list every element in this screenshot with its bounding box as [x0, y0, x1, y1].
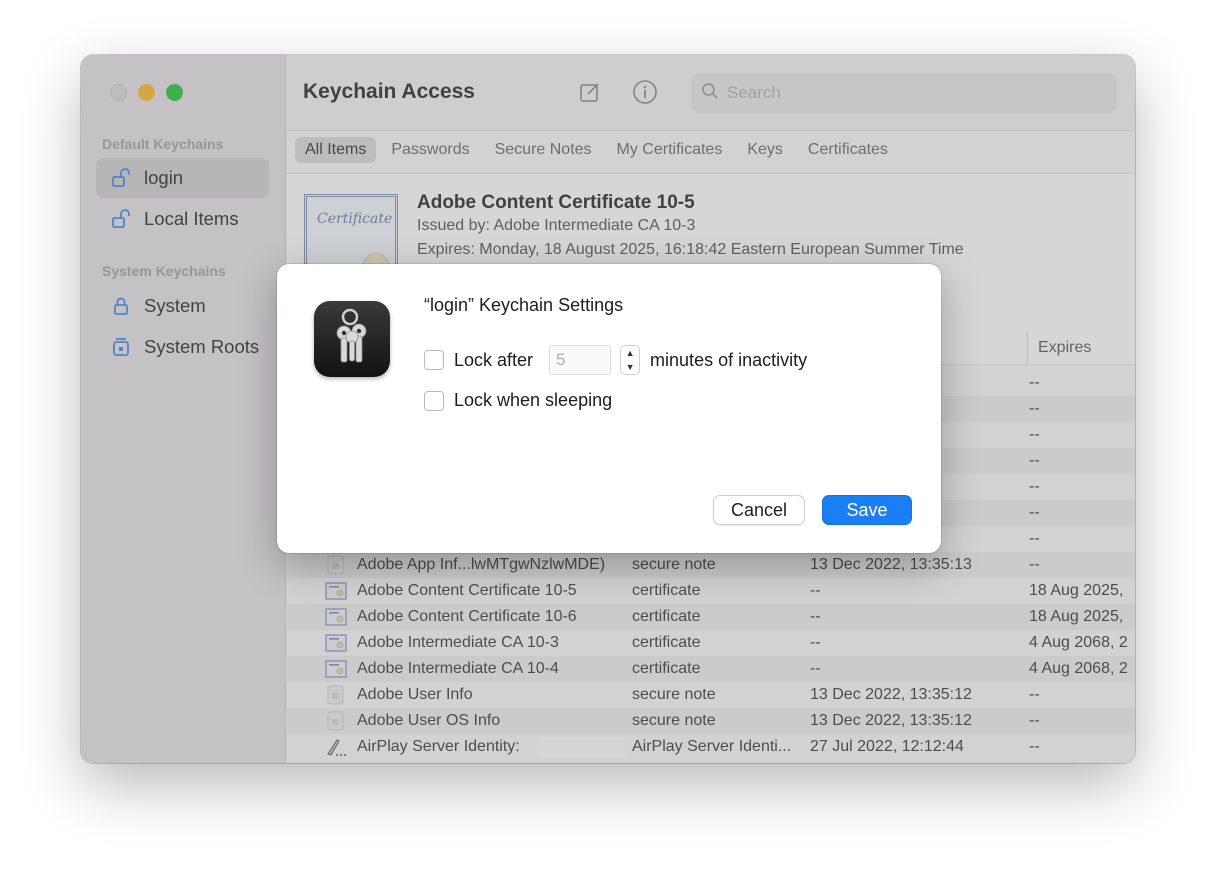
lock-after-label: Lock after	[454, 349, 534, 370]
cancel-button[interactable]: Cancel	[713, 495, 805, 525]
keychain-app-icon	[314, 301, 390, 377]
lock-sleep-option: Lock when sleeping	[424, 390, 612, 411]
keychain-settings-dialog: “login” Keychain Settings Lock after ▲ ▼…	[277, 264, 941, 553]
lock-after-option: Lock after ▲ ▼ minutes of inactivity	[424, 345, 807, 375]
save-button[interactable]: Save	[822, 495, 912, 525]
minutes-input[interactable]	[549, 345, 612, 375]
chevron-up-icon[interactable]: ▲	[626, 348, 635, 358]
lock-after-checkbox[interactable]	[424, 350, 444, 370]
chevron-down-icon[interactable]: ▼	[626, 362, 635, 372]
dialog-title: “login” Keychain Settings	[424, 295, 624, 315]
minutes-stepper[interactable]: ▲ ▼	[620, 345, 641, 375]
minutes-suffix-label: minutes of inactivity	[650, 349, 808, 370]
lock-sleep-checkbox[interactable]	[424, 390, 444, 411]
lock-sleep-label: Lock when sleeping	[454, 390, 613, 410]
